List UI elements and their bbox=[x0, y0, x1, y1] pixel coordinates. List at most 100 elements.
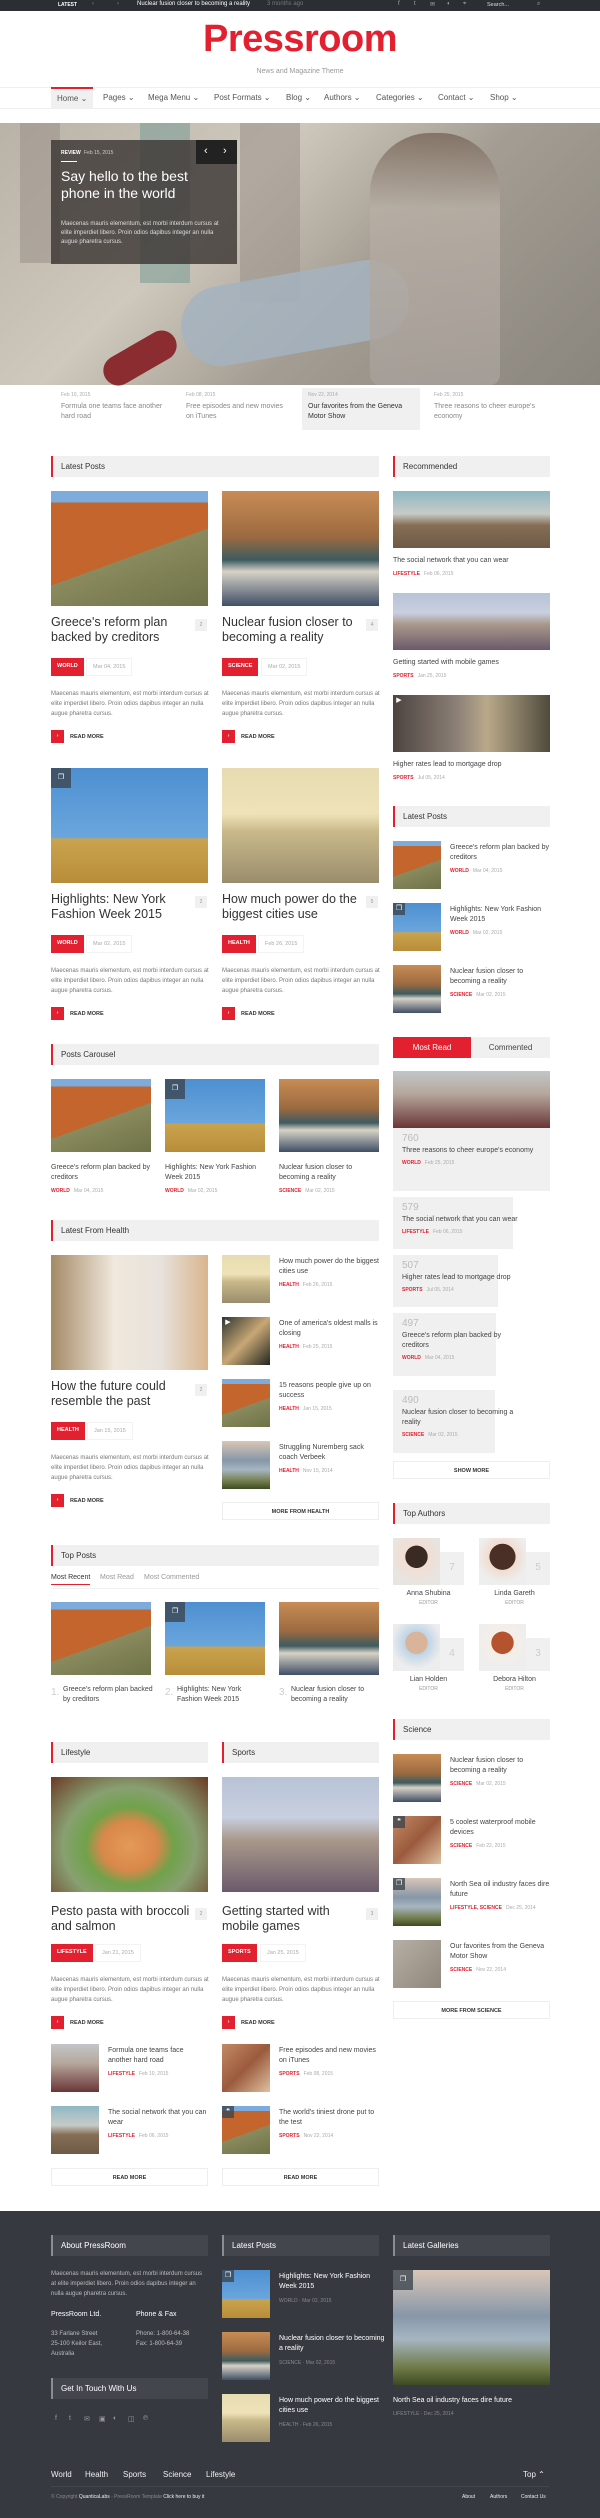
comment-count[interactable]: 2 bbox=[195, 896, 207, 908]
recommended-image[interactable] bbox=[393, 491, 550, 548]
top-post-title[interactable]: Highlights: New York Fashion Week 2015 bbox=[177, 1685, 267, 1705]
category-link[interactable]: SPORTS bbox=[393, 775, 414, 781]
thumb-image[interactable] bbox=[222, 1255, 270, 1303]
category-link[interactable]: LIFESTYLE bbox=[393, 2411, 419, 2417]
thumb-image[interactable] bbox=[393, 1754, 441, 1802]
top-post-title[interactable]: Greece's reform plan backed by creditors bbox=[63, 1685, 153, 1705]
comment-count[interactable]: 4 bbox=[366, 619, 378, 631]
hero-slider[interactable]: REVIEW Feb 15, 2015 Say hello to the bes… bbox=[0, 123, 600, 391]
ticker-next-icon[interactable]: › bbox=[117, 1, 119, 7]
post-title[interactable]: Pesto pasta with broccoli and salmon bbox=[51, 1904, 191, 1934]
category-badge[interactable]: HEALTH bbox=[222, 935, 256, 953]
hero-next-icon[interactable]: › bbox=[223, 145, 227, 157]
hero-category[interactable]: REVIEW bbox=[61, 150, 81, 156]
sports-read-more-button[interactable]: READ MORE bbox=[222, 2168, 379, 2186]
thumb-image[interactable]: ❐ bbox=[393, 1878, 441, 1926]
footer-instagram-icon[interactable]: ◫ bbox=[128, 2415, 135, 2423]
footer-nav-sports[interactable]: Sports bbox=[123, 2470, 146, 2479]
most-read-title[interactable]: Nuclear fusion closer to becoming a real… bbox=[402, 1408, 527, 1428]
footer-nav-world[interactable]: World bbox=[51, 2470, 72, 2479]
tab-most-commented[interactable]: Most Commented bbox=[144, 1574, 199, 1581]
thumb-image[interactable] bbox=[51, 2106, 99, 2154]
category-link[interactable]: WORLD bbox=[402, 1355, 421, 1361]
top-post-title[interactable]: Nuclear fusion closer to becoming a real… bbox=[291, 1685, 381, 1705]
list-item-title[interactable]: How much power do the biggest cities use bbox=[279, 1257, 379, 1277]
post-image[interactable] bbox=[51, 491, 208, 606]
thumb-image[interactable] bbox=[222, 1379, 270, 1427]
category-link[interactable]: SPORTS bbox=[279, 2133, 300, 2139]
post-image[interactable] bbox=[51, 1255, 208, 1370]
category-link[interactable]: SPORTS bbox=[402, 1287, 423, 1293]
list-item-title[interactable]: 5 coolest waterproof mobile devices bbox=[450, 1818, 550, 1838]
nav-post-formats[interactable]: Post Formats ⌄ bbox=[208, 91, 277, 107]
category-link[interactable]: LIFESTYLE bbox=[393, 571, 420, 577]
footer-post-title[interactable]: How much power do the biggest cities use bbox=[279, 2396, 389, 2416]
author-name[interactable]: Lian Holden bbox=[393, 1676, 464, 1683]
forrst-icon[interactable]: ⌖ bbox=[463, 1, 466, 8]
comment-count[interactable]: 2 bbox=[195, 1384, 207, 1396]
nav-pages[interactable]: Pages ⌄ bbox=[97, 91, 141, 107]
category-link[interactable]: SPORTS bbox=[393, 673, 414, 679]
thumb-image[interactable] bbox=[393, 841, 441, 889]
post-image[interactable] bbox=[222, 768, 379, 883]
author-avatar[interactable] bbox=[479, 1538, 526, 1585]
category-badge[interactable]: WORLD bbox=[51, 658, 84, 676]
most-read-title[interactable]: The social network that you can wear bbox=[402, 1215, 518, 1225]
category-link[interactable]: HEALTH bbox=[279, 1468, 299, 1474]
footer-facebook-icon[interactable]: f bbox=[55, 2415, 57, 2422]
recommended-title[interactable]: The social network that you can wear bbox=[393, 556, 550, 566]
read-more-link[interactable]: › READ MORE bbox=[51, 2016, 104, 2029]
tab-commented[interactable]: Commented bbox=[471, 1037, 550, 1058]
category-badge[interactable]: HEALTH bbox=[51, 1422, 85, 1440]
recommended-title[interactable]: Higher rates lead to mortgage drop bbox=[393, 760, 550, 770]
post-title[interactable]: Nuclear fusion closer to becoming a real… bbox=[222, 615, 362, 645]
category-link[interactable]: WORLD bbox=[402, 1160, 421, 1166]
author-name[interactable]: Anna Shubina bbox=[393, 1590, 464, 1597]
list-item-title[interactable]: Highlights: New York Fashion Week 2015 bbox=[450, 905, 550, 925]
comment-count[interactable]: 2 bbox=[195, 619, 207, 631]
recommended-title[interactable]: Getting started with mobile games bbox=[393, 658, 550, 668]
list-item-title[interactable]: Greece's reform plan backed by creditors bbox=[450, 843, 550, 863]
lifestyle-read-more-button[interactable]: READ MORE bbox=[51, 2168, 208, 2186]
site-logo[interactable]: Pressroom bbox=[0, 18, 600, 61]
thumb-image[interactable] bbox=[393, 1940, 441, 1988]
copyright-brand-link[interactable]: QuanticaLabs bbox=[79, 2494, 110, 2500]
category-link[interactable]: SCIENCE bbox=[450, 1781, 472, 1787]
nav-mega-menu[interactable]: Mega Menu ⌄ bbox=[142, 91, 205, 107]
email-icon[interactable]: ✉ bbox=[430, 1, 435, 8]
list-item-title[interactable]: Free episodes and new movies on iTunes bbox=[279, 2046, 379, 2066]
category-link[interactable]: SCIENCE bbox=[402, 1432, 424, 1438]
thumb-image[interactable] bbox=[393, 965, 441, 1013]
recommended-image[interactable] bbox=[393, 593, 550, 650]
slider-strip-item[interactable]: Feb 10, 2015 Formula one teams face anoth… bbox=[55, 388, 173, 430]
category-link[interactable]: HEALTH bbox=[279, 1344, 299, 1350]
footer-dribbble-icon[interactable]: ◐ bbox=[113, 2415, 117, 2422]
author-avatar[interactable] bbox=[393, 1538, 440, 1585]
top-post-image[interactable] bbox=[51, 1602, 151, 1675]
most-read-item[interactable]: 497 Greece's reform plan backed by credit… bbox=[393, 1313, 501, 1376]
nav-home[interactable]: Home ⌄ bbox=[51, 87, 94, 109]
category-link[interactable]: HEALTH bbox=[279, 1282, 299, 1288]
nav-blog[interactable]: Blog ⌄ bbox=[280, 91, 317, 107]
list-item-title[interactable]: Nuclear fusion closer to becoming a real… bbox=[450, 967, 550, 987]
thumb-image[interactable] bbox=[222, 2394, 270, 2442]
list-item-title[interactable]: Formula one teams face another hard road bbox=[108, 2046, 208, 2066]
nav-shop[interactable]: Shop ⌄ bbox=[484, 91, 524, 107]
gallery-image[interactable]: ❐ bbox=[393, 2270, 550, 2385]
list-item-title[interactable]: North Sea oil industry faces dire future bbox=[450, 1880, 550, 1900]
category-link[interactable]: HEALTH bbox=[279, 2422, 298, 2428]
back-to-top-button[interactable]: Top ⌃ bbox=[523, 2470, 545, 2479]
top-post-image[interactable] bbox=[279, 1602, 379, 1675]
facebook-icon[interactable]: f bbox=[398, 1, 400, 7]
comment-count[interactable]: 3 bbox=[366, 1908, 378, 1920]
post-title[interactable]: Getting started with mobile games bbox=[222, 1904, 362, 1934]
category-link[interactable]: SPORTS bbox=[279, 2071, 300, 2077]
carousel-image[interactable] bbox=[51, 1079, 151, 1152]
thumb-image[interactable] bbox=[51, 2044, 99, 2092]
footer-nav-health[interactable]: Health bbox=[85, 2470, 108, 2479]
list-item-title[interactable]: One of america's oldest malls is closing bbox=[279, 1319, 379, 1339]
search-icon[interactable]: ⌕ bbox=[537, 1, 540, 8]
thumb-image[interactable]: ▶ bbox=[222, 1317, 270, 1365]
category-badge[interactable]: SCIENCE bbox=[222, 658, 259, 676]
more-from-health-button[interactable]: MORE FROM HEALTH bbox=[222, 1502, 379, 1520]
